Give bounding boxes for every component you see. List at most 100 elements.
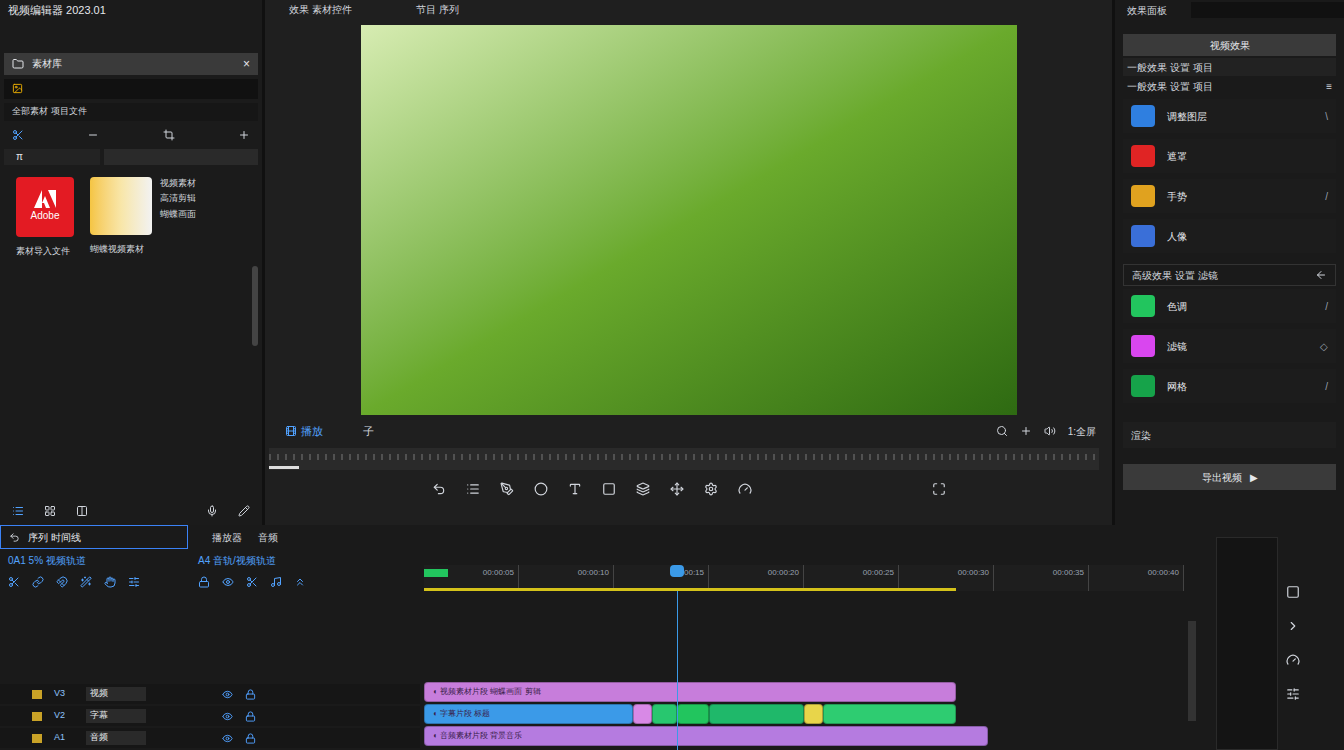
lock-icon[interactable]	[245, 711, 256, 722]
undo-icon	[9, 532, 20, 543]
lock-icon[interactable]	[245, 733, 256, 744]
media-item[interactable]: 视频素材高清剪辑蝴蝶画面蝴蝶视频素材	[90, 177, 196, 259]
effect-item[interactable]: 色调/	[1123, 289, 1336, 323]
search-row[interactable]	[4, 79, 258, 99]
tool-icon[interactable]	[466, 482, 480, 496]
timeline-tool-icon[interactable]	[104, 576, 116, 588]
track-tool-icon[interactable]	[270, 576, 282, 588]
timeline-tool-icon[interactable]	[80, 576, 92, 588]
zoom-icon[interactable]	[996, 425, 1008, 437]
track-tool-icon[interactable]	[246, 576, 258, 588]
effect-item[interactable]: 调整图层\	[1123, 99, 1336, 133]
timeline-title[interactable]: 序列 时间线	[0, 525, 188, 549]
work-area-bar[interactable]	[424, 588, 956, 591]
playhead-line	[677, 591, 678, 750]
media-item[interactable]: Adobe素材导入文件	[16, 177, 74, 259]
media-subtab[interactable]	[104, 149, 258, 165]
preview-frame	[361, 25, 1017, 415]
clip[interactable]	[677, 704, 709, 724]
clip[interactable]: ◐ 视频素材片段 蝴蝶画面 剪辑	[424, 682, 956, 702]
tool-icon[interactable]	[670, 482, 684, 496]
fullscreen-icon[interactable]	[932, 482, 946, 496]
timeline-tool-icon[interactable]	[56, 576, 68, 588]
side-tool-icon[interactable]	[1286, 585, 1300, 599]
preview-tab[interactable]: 效果 素材控件	[289, 2, 352, 17]
render-row[interactable]: 渲染	[1123, 422, 1336, 448]
transport-tools	[265, 482, 1112, 496]
clip[interactable]	[823, 704, 956, 724]
clip[interactable]	[804, 704, 823, 724]
clip[interactable]	[652, 704, 677, 724]
folder-icon	[12, 58, 24, 70]
effect-item[interactable]: 手势/	[1123, 179, 1336, 213]
scrollbar[interactable]	[252, 266, 258, 346]
tool-icon[interactable]	[568, 482, 582, 496]
effect-item[interactable]: 遮罩	[1123, 139, 1336, 173]
export-button[interactable]: 导出视频▶	[1123, 464, 1336, 490]
app-title: 视频编辑器 2023.01	[0, 0, 262, 21]
track-row: ◐ 字幕片段 标题	[424, 704, 1184, 724]
eye-icon[interactable]	[222, 711, 233, 722]
tool-icon[interactable]	[500, 482, 514, 496]
effects-title: 效果面板	[1115, 3, 1179, 18]
effect-icon	[1131, 225, 1155, 247]
effect-icon	[1131, 295, 1155, 317]
side-tool-icon[interactable]	[1286, 687, 1300, 701]
eye-icon[interactable]	[222, 733, 233, 744]
track-header[interactable]: V3视频	[0, 684, 420, 704]
effect-item[interactable]: 滤镜◇	[1123, 329, 1336, 363]
zoom-label[interactable]: 1:全屏	[1068, 424, 1096, 439]
track-tool-icon[interactable]	[222, 576, 234, 588]
clip[interactable]: ◐ 音频素材片段 背景音乐	[424, 726, 988, 746]
tool-icon[interactable]	[636, 482, 650, 496]
pencil-icon[interactable]	[238, 505, 250, 517]
crop-icon[interactable]	[163, 129, 175, 141]
timeline-tab[interactable]: 音频	[258, 530, 278, 545]
volume-icon[interactable]	[1044, 425, 1056, 437]
play-button[interactable]: 播放	[281, 423, 327, 440]
clip[interactable]: ◐ 字幕片段 标题	[424, 704, 633, 724]
columns-icon[interactable]	[76, 505, 88, 517]
mic-icon[interactable]	[206, 505, 218, 517]
effects-button[interactable]: 视频效果	[1123, 34, 1336, 56]
tool-icon[interactable]	[432, 482, 446, 496]
list-icon[interactable]	[12, 505, 24, 517]
tool-icon[interactable]	[602, 482, 616, 496]
side-tool-icon[interactable]	[1286, 653, 1300, 667]
cut-icon[interactable]	[12, 129, 24, 141]
minus-icon[interactable]	[87, 129, 99, 141]
media-subtab[interactable]: π	[4, 149, 100, 165]
clip[interactable]	[633, 704, 652, 724]
scrub-ruler-icon[interactable]	[269, 448, 1099, 470]
side-tool-icon[interactable]	[1286, 619, 1300, 633]
track-tool-icon[interactable]	[294, 576, 306, 588]
preview-tab[interactable]: 节目 序列	[416, 2, 459, 17]
track-tool-icon[interactable]	[198, 576, 210, 588]
plus-icon[interactable]	[238, 129, 250, 141]
media-tab[interactable]: 素材库×	[4, 53, 258, 75]
tool-icon[interactable]	[738, 482, 752, 496]
back-icon[interactable]	[1315, 269, 1327, 281]
track-header[interactable]: A1音频	[0, 728, 420, 748]
timeline-tab[interactable]: 播放器	[212, 530, 242, 545]
timeline-tool-icon[interactable]	[128, 576, 140, 588]
grid-icon[interactable]	[44, 505, 56, 517]
timeline-tool-icon[interactable]	[8, 576, 20, 588]
effect-item[interactable]: 人像	[1123, 219, 1336, 253]
filter-row: 全部素材 项目文件	[4, 103, 258, 121]
playhead-icon[interactable]	[670, 565, 684, 577]
add-icon[interactable]	[1020, 425, 1032, 437]
video-editor: 视频编辑器 2023.01素材库×全部素材 项目文件πAdobe素材导入文件视频…	[0, 0, 1344, 750]
timeline-scrollbar[interactable]	[1188, 621, 1196, 721]
tool-icon[interactable]	[704, 482, 718, 496]
timeline-ruler[interactable]: 00:00:0500:00:1000:00:1500:00:2000:00:25…	[424, 565, 1184, 591]
media-tools	[0, 129, 262, 141]
tool-icon[interactable]	[534, 482, 548, 496]
effect-item[interactable]: 网格/	[1123, 369, 1336, 403]
track-header[interactable]: V2字幕	[0, 706, 420, 726]
clip[interactable]	[709, 704, 804, 724]
lock-icon[interactable]	[245, 689, 256, 700]
timeline-tool-icon[interactable]	[32, 576, 44, 588]
eye-icon[interactable]	[222, 689, 233, 700]
close-button[interactable]: ×	[243, 55, 250, 73]
